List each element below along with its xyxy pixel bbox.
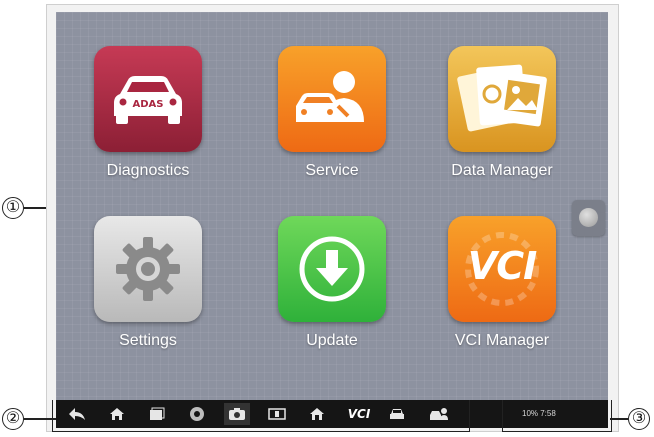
update-tile[interactable] bbox=[278, 216, 386, 322]
service-tile[interactable] bbox=[278, 46, 386, 152]
callout-3: ③ bbox=[628, 408, 650, 430]
adas-badge: ADAS bbox=[133, 99, 164, 110]
callout-2-bracket bbox=[52, 400, 470, 432]
home-screen: ADAS Diagnostics Service Data Manager Se… bbox=[56, 12, 608, 418]
vci-icon: VCI bbox=[467, 244, 537, 288]
callout-3-line bbox=[610, 418, 628, 420]
car-service-icon bbox=[296, 71, 364, 122]
service-label: Service bbox=[305, 162, 359, 179]
photo-files-icon bbox=[457, 64, 547, 132]
app-update[interactable]: Update bbox=[262, 216, 402, 350]
floating-button-icon bbox=[579, 208, 598, 227]
vci-manager-label: VCI Manager bbox=[454, 332, 550, 349]
callout-1: ① bbox=[2, 197, 24, 219]
callout-3-bracket bbox=[502, 400, 612, 432]
app-vci-manager[interactable]: VCI VCI Manager bbox=[432, 216, 572, 350]
settings-tile[interactable] bbox=[94, 216, 202, 322]
download-arrow-icon bbox=[299, 236, 365, 302]
app-service[interactable]: Service bbox=[262, 46, 402, 180]
update-label: Update bbox=[306, 332, 358, 349]
diagnostics-label: Diagnostics bbox=[106, 162, 190, 179]
app-data-manager[interactable]: Data Manager bbox=[432, 46, 572, 180]
callout-2: ② bbox=[2, 408, 24, 430]
car-adas-icon: ADAS bbox=[114, 76, 182, 124]
callout-1-line bbox=[24, 207, 46, 209]
data-manager-tile[interactable] bbox=[448, 46, 556, 152]
diagnostics-tile[interactable]: ADAS bbox=[94, 46, 202, 152]
data-manager-label: Data Manager bbox=[451, 162, 553, 179]
app-settings[interactable]: Settings bbox=[78, 216, 218, 350]
settings-label: Settings bbox=[119, 332, 177, 349]
floating-button[interactable] bbox=[572, 200, 605, 236]
app-diagnostics[interactable]: ADAS Diagnostics bbox=[78, 46, 218, 180]
gear-icon bbox=[116, 237, 180, 301]
vci-manager-tile[interactable]: VCI bbox=[448, 216, 556, 322]
